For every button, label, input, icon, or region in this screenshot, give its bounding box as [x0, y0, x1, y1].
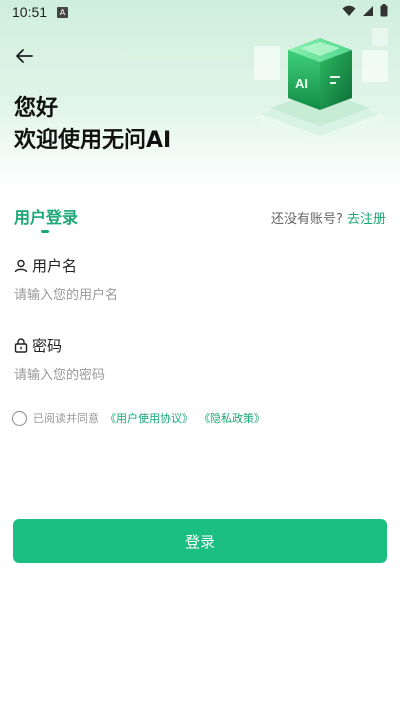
greeting-title: 您好 [14, 96, 59, 121]
ai-cube-illustration: AI [250, 28, 390, 144]
tab-user-login[interactable]: 用户登录 [14, 204, 78, 228]
tab-row: 用户登录 还没有账号? 去注册 [14, 204, 386, 236]
user-agreement-link[interactable]: 《用户使用协议》 [105, 410, 193, 426]
signal-icon [363, 5, 373, 16]
register-prompt: 还没有账号? [270, 212, 343, 227]
password-input[interactable] [14, 361, 386, 389]
agreement-row: 已阅读并同意 《用户使用协议》 《隐私政策》 [12, 410, 265, 426]
header-hero: 10:51 A 您好 欢迎使用无问AI AI [0, 0, 400, 190]
password-label-row: 密码 [14, 335, 62, 356]
wifi-icon [342, 5, 356, 16]
tab-indicator [41, 230, 49, 233]
cube-ai-label: AI [295, 76, 308, 91]
status-icons [342, 4, 388, 17]
password-label: 密码 [32, 337, 63, 355]
status-time: 10:51 [12, 4, 48, 20]
username-label: 用户名 [32, 257, 78, 275]
back-arrow-icon[interactable] [12, 44, 36, 68]
register-link[interactable]: 去注册 [347, 212, 386, 227]
lock-icon [14, 338, 28, 353]
privacy-policy-link[interactable]: 《隐私政策》 [199, 410, 265, 426]
welcome-title: 欢迎使用无问AI [14, 128, 172, 153]
user-icon [14, 259, 28, 272]
username-label-row: 用户名 [14, 255, 77, 276]
battery-icon [380, 4, 388, 17]
agreement-prefix: 已阅读并同意 [33, 412, 99, 425]
username-input[interactable] [14, 281, 386, 309]
login-button[interactable]: 登录 [13, 519, 387, 563]
register-hint: 还没有账号? 去注册 [271, 208, 386, 227]
agreement-checkbox[interactable] [12, 410, 27, 426]
notification-icon: A [57, 6, 69, 18]
